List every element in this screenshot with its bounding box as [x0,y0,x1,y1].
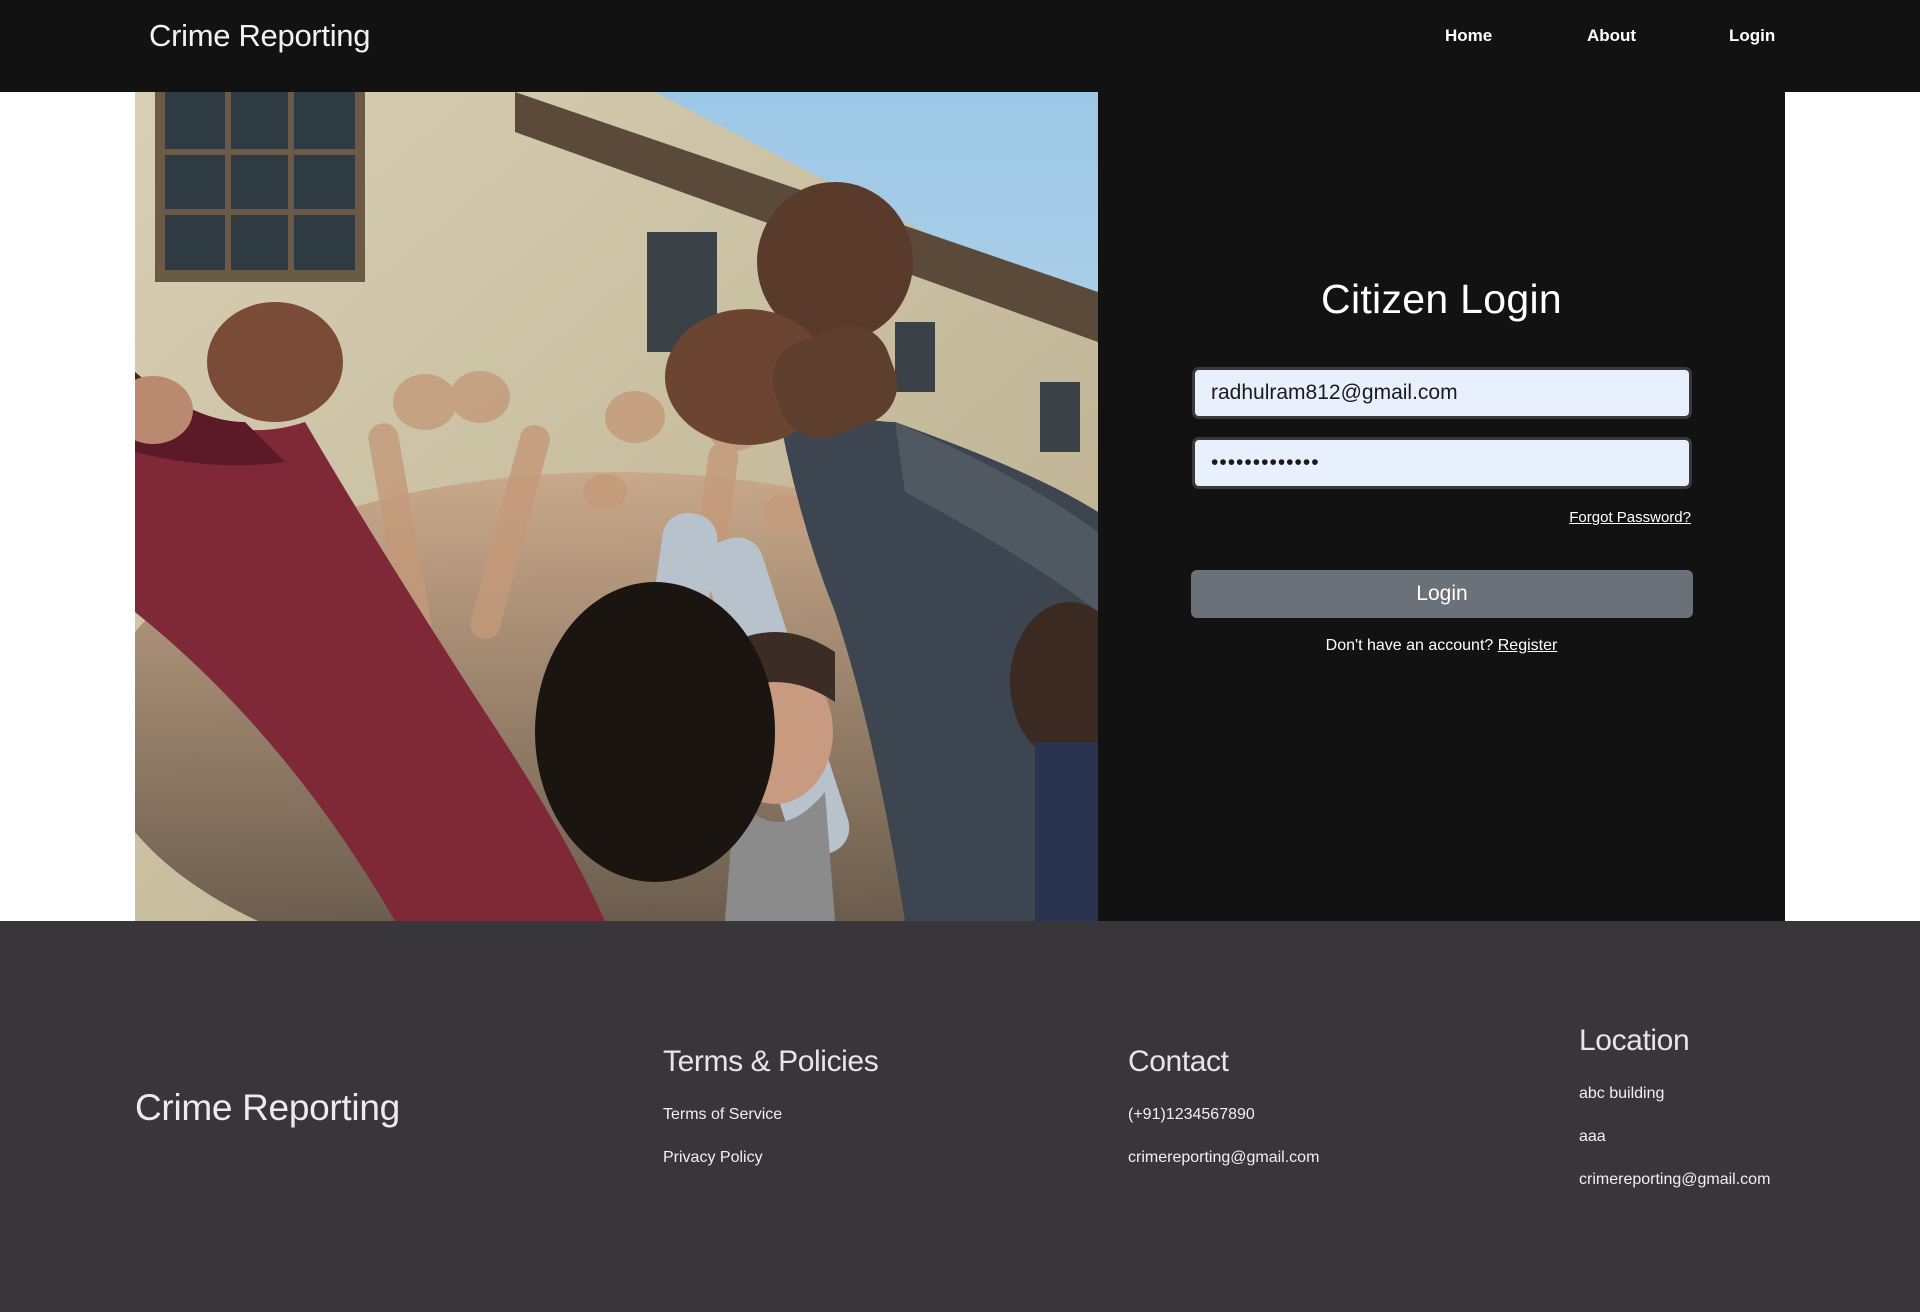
footer-terms-heading: Terms & Policies [663,1045,879,1078]
nav-login-link[interactable]: Login [1729,26,1775,46]
nav-about-link[interactable]: About [1587,26,1636,46]
forgot-password-link[interactable]: Forgot Password? [1569,509,1691,526]
privacy-policy-link[interactable]: Privacy Policy [663,1136,878,1179]
footer-contact-column: Contact (+91)1234567890 crimereporting@g… [1128,1045,1319,1179]
hero-protest-photo [135,92,1098,921]
navbar-brand[interactable]: Crime Reporting [149,18,371,54]
top-navbar: Crime Reporting Home About Login [0,0,1920,92]
location-area: aaa [1579,1128,1606,1145]
nav-home-link[interactable]: Home [1445,26,1492,46]
register-prompt: Don't have an account? Register [1098,637,1785,655]
footer-contact-heading: Contact [1128,1045,1229,1078]
login-panel: Citizen Login Forgot Password? Login Don… [1098,92,1785,921]
register-link[interactable]: Register [1498,637,1558,654]
location-building: abc building [1579,1085,1665,1102]
login-button[interactable]: Login [1191,570,1693,618]
no-account-text: Don't have an account? [1325,637,1494,654]
contact-email: crimereporting@gmail.com [1128,1149,1320,1166]
location-email: crimereporting@gmail.com [1579,1171,1771,1188]
terms-of-service-link[interactable]: Terms of Service [663,1093,878,1136]
login-title: Citizen Login [1321,276,1562,322]
footer-brand: Crime Reporting [135,1087,400,1128]
contact-phone: (+91)1234567890 [1128,1106,1255,1123]
footer-location-column: Location abc building aaa crimereporting… [1579,1024,1770,1201]
footer: Crime Reporting Terms & Policies Terms o… [0,921,1920,1312]
email-field[interactable] [1192,367,1692,419]
footer-location-heading: Location [1579,1024,1690,1057]
footer-terms-column: Terms & Policies Terms of Service Privac… [663,1045,879,1179]
password-field[interactable] [1192,437,1692,489]
hero-photo-illustration [135,92,1098,921]
